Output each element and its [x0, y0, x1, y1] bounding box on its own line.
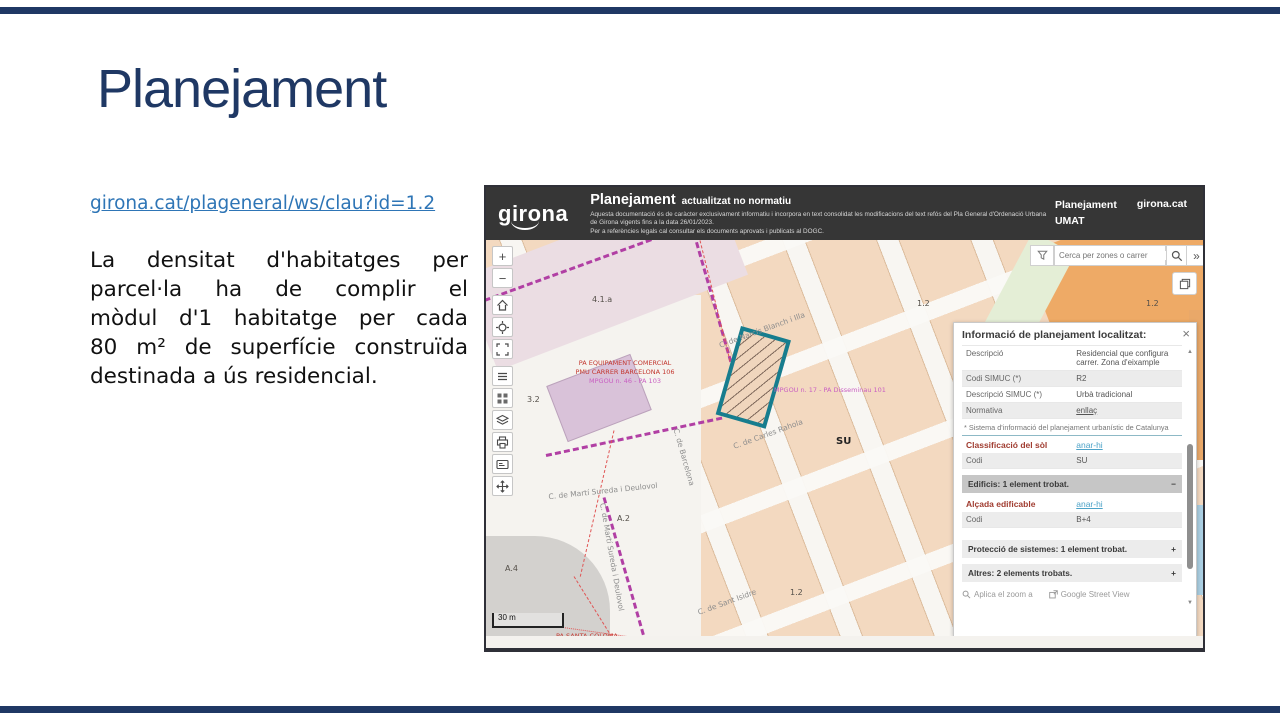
app-title: Planejament [590, 192, 675, 208]
panel-footer: Aplica el zoom a Google Street View [962, 590, 1182, 599]
plan-label-santa-coloma: PA SANTA COLOMA [556, 632, 618, 636]
app-header-right: Planejament UMAT girona.cat [1055, 198, 1191, 230]
planejament-app-screenshot: girona Planejament actualitzat no normati… [484, 185, 1205, 652]
girona-logo[interactable]: girona [498, 201, 568, 227]
copy-icon [1179, 278, 1191, 290]
zone-label: 1.2 [790, 588, 803, 597]
panel-row: Descripció SIMUC (*) Urbà tradicional [962, 387, 1182, 403]
panel-row: Descripció Residencial que configura car… [962, 345, 1182, 371]
zoom-out-button[interactable]: − [492, 268, 513, 288]
layers-button[interactable] [492, 410, 513, 430]
collapse-icon: − [1171, 479, 1176, 489]
scroll-down-icon[interactable]: ▼ [1186, 600, 1194, 606]
card-icon [496, 458, 509, 471]
zone-label: 4.1.a [592, 295, 612, 304]
app-disclaimer: Aquesta documentació és de caràcter excl… [590, 211, 1055, 236]
zone-label: A.2 [617, 514, 630, 523]
slide: Planejament girona.cat/plageneral/ws/cla… [0, 0, 1280, 720]
plan-label-group: PA EQUIPAMENT COMERCIAL PMU CARRER BARCE… [570, 359, 680, 385]
zone-label: A.4 [505, 564, 518, 573]
anar-hi-link[interactable]: anar-hi [1076, 440, 1102, 450]
search-filter-button[interactable] [1030, 245, 1054, 266]
map-toolbar: + − [492, 246, 513, 498]
chevrons-icon: » [1193, 249, 1200, 263]
anar-hi-link[interactable]: anar-hi [1076, 499, 1102, 509]
header-dept: UMAT [1055, 214, 1117, 230]
home-icon [496, 299, 509, 312]
panel-footnote: * Sistema d'informació del planejament u… [962, 419, 1182, 435]
panel-row: Normativa enllaç [962, 403, 1182, 419]
header-site: girona.cat [1137, 198, 1187, 210]
body-line: mòdul d'1 habitatge per cada [90, 304, 468, 333]
panel-row: Codi B+4 [962, 512, 1182, 528]
locate-button[interactable] [492, 317, 513, 337]
pan-button[interactable] [492, 476, 513, 496]
zone-label: 1.2 [917, 299, 930, 308]
body-line: 80 m² de superfície construïda [90, 333, 468, 362]
pan-icon [496, 480, 509, 493]
funnel-icon [1037, 250, 1048, 261]
slide-bottom-accent-bar [0, 706, 1280, 713]
basemap-gallery-button[interactable] [492, 388, 513, 408]
body-line: La densitat d'habitatges per [90, 246, 468, 275]
zone-label: 1.2 [1146, 299, 1159, 308]
search-icon [1171, 250, 1183, 262]
bookmarks-button[interactable] [492, 454, 513, 474]
home-button[interactable] [492, 295, 513, 315]
girona-link[interactable]: girona.cat/plageneral/ws/clau?id=1.2 [90, 193, 435, 214]
street-label: C. de Sant Isidre [696, 587, 757, 617]
locate-icon [496, 321, 509, 334]
apply-zoom-button[interactable]: Aplica el zoom a [962, 590, 1033, 599]
expand-icon: + [1171, 568, 1176, 578]
body-line: destinada a ús residencial. [90, 362, 468, 391]
slide-top-accent-bar [0, 7, 1280, 14]
app-subtitle: actualitzat no normatiu [682, 196, 791, 207]
scroll-up-icon[interactable]: ▲ [1186, 349, 1194, 355]
zone-label-su: SU [836, 436, 851, 447]
zone-label: 3.2 [527, 395, 540, 404]
scrollbar-thumb[interactable] [1187, 444, 1193, 569]
full-extent-icon [496, 343, 509, 356]
classificacio-section-header: Classificació del sòl anar-hi [962, 435, 1182, 453]
alcada-section-header: Alçada edificable anar-hi [962, 495, 1182, 512]
print-button[interactable] [492, 432, 513, 452]
print-icon [496, 436, 509, 449]
legend-button[interactable] [492, 366, 513, 386]
plan-label-mpgou17: MPGOU n. 17 - PA Disseminau 101 [774, 386, 886, 395]
close-icon[interactable]: × [1182, 326, 1190, 341]
layers-icon [496, 414, 509, 427]
info-panel-title: Informació de planejament localitzat: [962, 329, 1182, 341]
scale-bar: 30 m [492, 613, 564, 628]
expand-icon: + [1171, 544, 1176, 554]
girona-logo-arc [511, 221, 539, 230]
normativa-link[interactable]: enllaç [1076, 406, 1178, 415]
map-canvas[interactable]: 4.1.a 3.2 A.2 A.4 SU 1.2 1.2 1.2 C. de N… [486, 240, 1203, 636]
menu-icon [496, 370, 509, 383]
search-field-wrap [1054, 245, 1166, 266]
full-extent-button[interactable] [492, 339, 513, 359]
proteccio-section-bar[interactable]: Protecció de sistemes: 1 element trobat.… [962, 540, 1182, 558]
info-panel: Informació de planejament localitzat: × … [953, 322, 1197, 636]
duplicate-view-button[interactable] [1172, 272, 1197, 295]
street-view-button[interactable]: Google Street View [1049, 590, 1130, 599]
search-button[interactable] [1166, 245, 1188, 266]
body-line: parcel·la ha de complir el [90, 275, 468, 304]
street-view-icon [1049, 590, 1058, 599]
collapse-search-button[interactable]: » [1186, 245, 1203, 266]
panel-row: Codi SU [962, 453, 1182, 469]
app-header-center: Planejament actualitzat no normatiu Aques… [590, 191, 1055, 236]
page-title: Planejament [97, 58, 386, 120]
panel-scrollbar[interactable]: ▲ ▼ [1186, 349, 1194, 606]
zoom-in-button[interactable]: + [492, 246, 513, 266]
altres-section-bar[interactable]: Altres: 2 elements trobats. + [962, 564, 1182, 582]
edificis-section-bar[interactable]: Edificis: 1 element trobat. − [962, 475, 1182, 493]
zoom-icon [962, 590, 971, 599]
header-app-name: Planejament [1055, 198, 1117, 214]
grid-icon [496, 392, 509, 405]
app-header: girona Planejament actualitzat no normati… [486, 187, 1203, 240]
search-input[interactable] [1055, 251, 1167, 260]
body-text: La densitat d'habitatges per parcel·la h… [90, 246, 468, 391]
panel-row: Codi SIMUC (*) R2 [962, 371, 1182, 387]
search-bar [1030, 245, 1188, 266]
